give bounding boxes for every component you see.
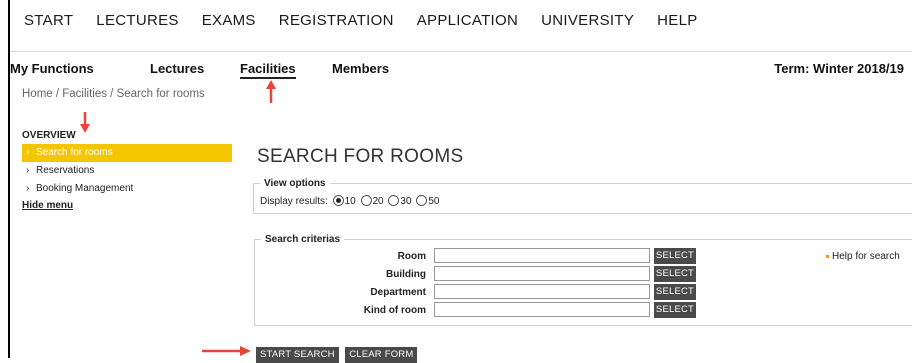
sub-navigation: My Functions Lectures Facilities Members… — [10, 52, 912, 86]
sidebar-item-label: Reservations — [36, 165, 95, 176]
clear-form-button[interactable]: CLEAR FORM — [345, 347, 418, 363]
radio-20[interactable] — [360, 195, 372, 206]
building-label: Building — [386, 269, 426, 280]
chevron-right-icon: › — [26, 165, 30, 176]
radio-10-label: 10 — [344, 196, 356, 207]
sidebar-item-label: Booking Management — [36, 183, 134, 194]
chevron-right-icon: › — [26, 147, 30, 158]
help-for-search-link[interactable]: Help for search — [826, 251, 900, 262]
annotation-arrow-right-icon — [202, 346, 251, 356]
department-label: Department — [370, 287, 426, 298]
sidebar-item-label: Search for rooms — [36, 147, 113, 158]
nav-help[interactable]: HELP — [657, 12, 697, 29]
radio-50-label: 50 — [428, 196, 440, 207]
nav-start[interactable]: START — [24, 12, 73, 29]
room-select-button[interactable]: SELECT — [654, 248, 696, 264]
radio-30[interactable] — [388, 195, 400, 206]
room-label: Room — [397, 251, 426, 262]
view-options-fieldset: View options Display results: 10 20 30 5… — [253, 178, 912, 214]
term-label: Term: Winter 2018/19 — [774, 61, 904, 76]
breadcrumb: Home / Facilities / Search for rooms — [22, 88, 205, 100]
sidebar-item-reservations[interactable]: › Reservations — [22, 162, 232, 180]
search-criterias-fieldset: Search criterias Room SELECT Building SE… — [254, 234, 912, 326]
tab-facilities[interactable]: Facilities — [240, 61, 296, 79]
building-input[interactable] — [434, 266, 650, 281]
annotation-arrow-up-icon — [266, 80, 276, 103]
display-results-label: Display results: — [260, 196, 328, 207]
nav-application[interactable]: APPLICATION — [417, 12, 518, 29]
sidebar-item-search-for-rooms[interactable]: › Search for rooms — [22, 144, 232, 162]
building-select-button[interactable]: SELECT — [654, 266, 696, 282]
nav-registration[interactable]: REGISTRATION — [279, 12, 394, 29]
sidebar-overview-heading: OVERVIEW — [22, 130, 76, 141]
room-input[interactable] — [434, 248, 650, 263]
radio-50[interactable] — [416, 195, 428, 206]
radio-30-label: 30 — [400, 196, 412, 207]
main-content: SEARCH FOR ROOMS View options Display re… — [253, 146, 912, 326]
start-search-button[interactable]: START SEARCH — [256, 347, 339, 363]
search-criterias-legend: Search criterias — [265, 234, 341, 245]
bullet-icon — [826, 254, 829, 258]
nav-university[interactable]: UNIVERSITY — [541, 12, 634, 29]
help-for-search-label: Help for search — [832, 251, 900, 262]
left-frame-border — [0, 0, 10, 358]
hide-menu-link[interactable]: Hide menu — [22, 200, 232, 211]
sidebar: OVERVIEW › Search for rooms › Reservations… — [22, 130, 232, 211]
department-input[interactable] — [434, 284, 650, 299]
radio-10[interactable] — [332, 195, 344, 206]
display-results-row: Display results: 10 20 30 50 — [260, 195, 906, 207]
search-fields: Room SELECT Building SELECT Department S… — [261, 248, 907, 328]
tab-lectures[interactable]: Lectures — [150, 61, 204, 76]
view-options-legend: View options — [264, 178, 326, 189]
department-select-button[interactable]: SELECT — [654, 284, 696, 300]
page-title: SEARCH FOR ROOMS — [257, 146, 464, 167]
chevron-right-icon: › — [26, 183, 30, 194]
top-navigation: START LECTURES EXAMS REGISTRATION APPLIC… — [10, 0, 912, 52]
kind-of-room-select-button[interactable]: SELECT — [654, 302, 696, 318]
nav-exams[interactable]: EXAMS — [202, 12, 256, 29]
form-actions: START SEARCH CLEAR FORM — [256, 344, 419, 363]
radio-20-label: 20 — [372, 196, 384, 207]
tab-members[interactable]: Members — [332, 61, 389, 76]
tab-my-functions[interactable]: My Functions — [10, 61, 94, 76]
kind-of-room-input[interactable] — [434, 302, 650, 317]
annotation-arrow-down-icon — [80, 112, 90, 133]
nav-lectures[interactable]: LECTURES — [96, 12, 178, 29]
kind-of-room-label: Kind of room — [363, 305, 426, 316]
sidebar-item-booking-management[interactable]: › Booking Management — [22, 180, 232, 198]
